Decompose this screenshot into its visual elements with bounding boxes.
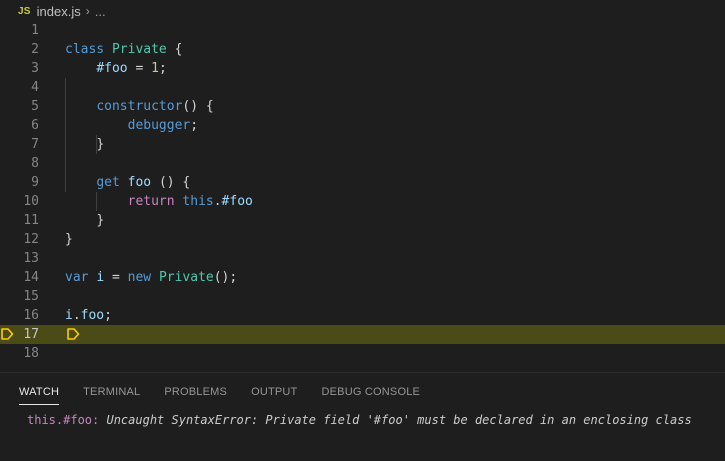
bottom-panel: WATCH TERMINAL PROBLEMS OUTPUT DEBUG CON… xyxy=(0,372,725,461)
line-number[interactable]: 11 xyxy=(0,211,39,230)
watch-error-value: Uncaught SyntaxError: Private field '#fo… xyxy=(106,413,692,427)
token-number: 1 xyxy=(151,61,159,76)
line-number[interactable]: 3 xyxy=(0,59,39,78)
watch-expression-row[interactable]: this.#foo: Uncaught SyntaxError: Private… xyxy=(27,411,692,429)
token-operator: = xyxy=(135,61,144,76)
line-number[interactable]: 18 xyxy=(0,344,39,363)
line-number[interactable]: 7 xyxy=(0,135,39,154)
code-line-18: 18 xyxy=(0,344,725,363)
line-number[interactable]: 14 xyxy=(0,268,39,287)
breadcrumb-file[interactable]: index.js xyxy=(37,4,81,19)
line-number[interactable]: 16 xyxy=(0,306,39,325)
code-line-14: 14 var i = new Private(); xyxy=(0,268,725,287)
token-operator: = xyxy=(111,270,120,285)
line-number[interactable]: 1 xyxy=(0,21,39,40)
token-punct: () { xyxy=(182,99,214,114)
token-variable: i xyxy=(96,270,105,285)
code-line-13: 13 xyxy=(0,249,725,268)
token-variable: i xyxy=(65,308,73,323)
token-keyword: constructor xyxy=(96,99,183,114)
watch-expression: this.#foo: xyxy=(27,413,100,427)
tab-terminal[interactable]: TERMINAL xyxy=(83,373,140,409)
code-line-3: 3 #foo = 1; xyxy=(0,59,725,78)
line-number[interactable]: 15 xyxy=(0,287,39,306)
code-line-2: 2 class Private { xyxy=(0,40,725,59)
debug-paused-breakpoint-icon[interactable] xyxy=(0,327,14,341)
token-property: foo xyxy=(127,175,152,190)
token-punct: } xyxy=(65,232,73,247)
token-keyword: get xyxy=(96,175,120,190)
chevron-right-icon: › xyxy=(85,4,90,18)
token-class: Private xyxy=(111,42,167,57)
code-line-12: 12} xyxy=(0,230,725,249)
token-punct: ; xyxy=(104,308,112,323)
code-line-5: 5 constructor() { xyxy=(0,97,725,116)
code-line-6: 6 debugger; xyxy=(0,116,725,135)
token-punct: () { xyxy=(158,175,191,190)
token-punct: . xyxy=(72,308,81,323)
token-keyword: var xyxy=(65,270,89,285)
code-line-9: 9 get foo () { xyxy=(0,173,725,192)
line-number[interactable]: 8 xyxy=(0,154,39,173)
token-punct: (); xyxy=(213,270,238,285)
line-number[interactable]: 13 xyxy=(0,249,39,268)
line-number[interactable]: 6 xyxy=(0,116,39,135)
line-number[interactable]: 5 xyxy=(0,97,39,116)
token-punct: ; xyxy=(190,118,199,133)
token-keyword: class xyxy=(65,42,105,57)
line-number[interactable]: 10 xyxy=(0,192,39,211)
line-number[interactable]: 2 xyxy=(0,40,39,59)
tab-debug-console[interactable]: DEBUG CONSOLE xyxy=(321,373,420,409)
inline-breakpoint-icon[interactable] xyxy=(66,327,80,341)
code-line-4: 4 xyxy=(0,78,725,97)
token-punct: { xyxy=(174,42,183,57)
tab-problems[interactable]: PROBLEMS xyxy=(164,373,227,409)
code-line-8: 8 xyxy=(0,154,725,173)
tab-watch[interactable]: WATCH xyxy=(19,373,60,409)
token-punct: } xyxy=(96,213,105,228)
breadcrumb-more[interactable]: ... xyxy=(95,4,106,19)
code-line-10: 10 return this.#foo xyxy=(0,192,725,211)
code-line-11: 11 } xyxy=(0,211,725,230)
token-keyword: debugger xyxy=(127,118,191,133)
token-control: return xyxy=(127,194,175,209)
line-number[interactable]: 12 xyxy=(0,230,39,249)
token-punct: } xyxy=(96,137,105,152)
tab-output[interactable]: OUTPUT xyxy=(251,373,297,409)
code-line-17-current: 17 xyxy=(0,325,725,344)
token-punct: ; xyxy=(158,61,167,76)
code-editor[interactable]: 1 2 class Private { 3 #foo = 1; 4 5 const… xyxy=(0,21,725,366)
token-property: foo xyxy=(80,308,105,323)
line-number[interactable]: 9 xyxy=(0,173,39,192)
token-class: Private xyxy=(158,270,214,285)
panel-tabs: WATCH TERMINAL PROBLEMS OUTPUT DEBUG CON… xyxy=(0,373,444,409)
javascript-file-icon: JS xyxy=(18,5,31,17)
code-line-15: 15 xyxy=(0,287,725,306)
code-line-16: 16 i.foo; xyxy=(0,306,725,325)
code-line-7: 7 } xyxy=(0,135,725,154)
token-field: #foo xyxy=(96,61,128,76)
token-field: .#foo xyxy=(213,194,253,209)
token-keyword: this xyxy=(182,194,214,209)
code-line-1: 1 xyxy=(0,21,725,40)
line-number[interactable]: 4 xyxy=(0,78,39,97)
breadcrumb: JS index.js › ... xyxy=(0,0,725,22)
token-keyword: new xyxy=(127,270,152,285)
